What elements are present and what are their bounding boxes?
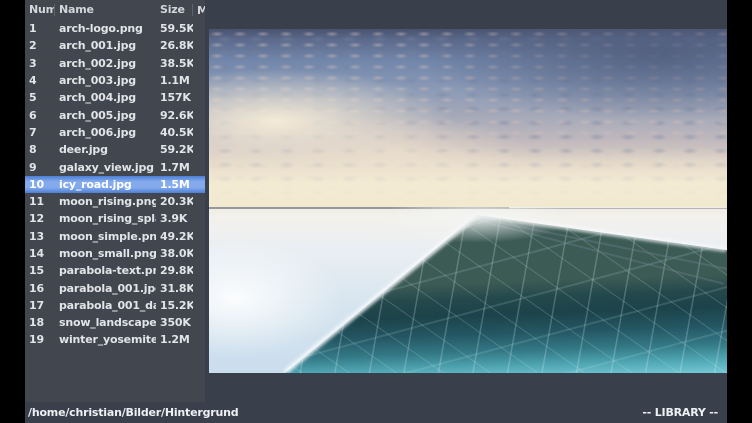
file-size: 1.7M xyxy=(156,161,193,174)
file-number: 8 xyxy=(25,143,55,156)
file-number: 19 xyxy=(25,333,55,346)
file-size: 38.0K xyxy=(156,247,193,260)
file-size: 3.9K xyxy=(156,212,193,225)
file-number: 7 xyxy=(25,126,55,139)
file-size: 31.8K xyxy=(156,282,193,295)
file-number: 9 xyxy=(25,161,55,174)
file-number: 13 xyxy=(25,230,55,243)
file-size: 1.5M xyxy=(156,178,193,191)
library-row[interactable]: 16 parabola_001.jpg 31.8K xyxy=(25,279,205,296)
file-name: arch_003.jpg xyxy=(55,74,156,87)
status-bar: /home/christian/Bilder/Hintergrund -- LI… xyxy=(25,402,727,423)
file-name: moon_rising.png xyxy=(55,195,156,208)
library-row[interactable]: 10 icy_road.jpg 1.5M xyxy=(25,176,205,193)
library-panel: Num Name Size M 1 arch-logo.png 59.5K 2 … xyxy=(25,0,205,402)
file-name: icy_road.jpg xyxy=(55,178,156,191)
horizon-haze xyxy=(382,207,572,243)
file-name: arch_001.jpg xyxy=(55,39,156,52)
file-size: 38.5K xyxy=(156,57,193,70)
column-header-mark: M xyxy=(193,4,205,17)
file-size: 92.6K xyxy=(156,109,193,122)
file-number: 11 xyxy=(25,195,55,208)
file-name: arch_006.jpg xyxy=(55,126,156,139)
file-number: 14 xyxy=(25,247,55,260)
file-size: 1.2M xyxy=(156,333,193,346)
file-name: arch_004.jpg xyxy=(55,91,156,104)
library-row[interactable]: 15 parabola-text.png 29.8K xyxy=(25,262,205,279)
image-viewer-window: Num Name Size M 1 arch-logo.png 59.5K 2 … xyxy=(25,0,727,423)
file-name: winter_yosemite.jpg xyxy=(55,333,156,346)
file-number: 12 xyxy=(25,212,55,225)
file-number: 5 xyxy=(25,91,55,104)
file-name: deer.jpg xyxy=(55,143,156,156)
file-size: 157K xyxy=(156,91,193,104)
library-row[interactable]: 9 galaxy_view.jpg 1.7M xyxy=(25,158,205,175)
library-row[interactable]: 2 arch_001.jpg 26.8K xyxy=(25,37,205,54)
screen: Num Name Size M 1 arch-logo.png 59.5K 2 … xyxy=(0,0,752,423)
file-number: 18 xyxy=(25,316,55,329)
library-row[interactable]: 4 arch_003.jpg 1.1M xyxy=(25,72,205,89)
library-row[interactable]: 11 moon_rising.png 20.3K xyxy=(25,193,205,210)
library-row[interactable]: 8 deer.jpg 59.2K xyxy=(25,141,205,158)
file-number: 3 xyxy=(25,57,55,70)
column-header-num: Num xyxy=(25,4,55,16)
library-rows: 1 arch-logo.png 59.5K 2 arch_001.jpg 26.… xyxy=(25,20,205,349)
file-name: parabola-text.png xyxy=(55,264,156,277)
file-name: moon_rising_splash.jpg xyxy=(55,212,156,225)
library-row[interactable]: 5 arch_004.jpg 157K xyxy=(25,89,205,106)
file-number: 10 xyxy=(25,178,55,191)
file-name: moon_small.png xyxy=(55,247,156,260)
file-name: galaxy_view.jpg xyxy=(55,161,156,174)
file-name: parabola_001.jpg xyxy=(55,282,156,295)
current-path: /home/christian/Bilder/Hintergrund xyxy=(28,406,238,419)
library-row[interactable]: 12 moon_rising_splash.jpg 3.9K xyxy=(25,210,205,227)
library-row[interactable]: 17 parabola_001_dark.jpg 15.2K xyxy=(25,297,205,314)
file-number: 15 xyxy=(25,264,55,277)
image-preview xyxy=(209,29,727,373)
file-number: 16 xyxy=(25,282,55,295)
library-row[interactable]: 14 moon_small.png 38.0K xyxy=(25,245,205,262)
file-name: moon_simple.png xyxy=(55,230,156,243)
file-name: arch_002.jpg xyxy=(55,57,156,70)
file-size: 1.1M xyxy=(156,74,193,87)
file-size: 15.2K xyxy=(156,299,193,312)
library-row[interactable]: 1 arch-logo.png 59.5K xyxy=(25,20,205,37)
file-number: 1 xyxy=(25,22,55,35)
file-size: 49.2K xyxy=(156,230,193,243)
file-name: arch_005.jpg xyxy=(55,109,156,122)
library-row[interactable]: 3 arch_002.jpg 38.5K xyxy=(25,55,205,72)
column-header-size: Size xyxy=(156,4,193,16)
file-size: 59.2K xyxy=(156,143,193,156)
library-row[interactable]: 13 moon_simple.png 49.2K xyxy=(25,228,205,245)
library-row[interactable]: 19 winter_yosemite.jpg 1.2M xyxy=(25,331,205,348)
library-row[interactable]: 7 arch_006.jpg 40.5K xyxy=(25,124,205,141)
file-name: parabola_001_dark.jpg xyxy=(55,299,156,312)
library-header: Num Name Size M xyxy=(25,0,205,20)
file-number: 6 xyxy=(25,109,55,122)
file-name: snow_landscape.jpg xyxy=(55,316,156,329)
library-row[interactable]: 6 arch_005.jpg 92.6K xyxy=(25,106,205,123)
file-size: 29.8K xyxy=(156,264,193,277)
library-row[interactable]: 18 snow_landscape.jpg 350K xyxy=(25,314,205,331)
column-header-name: Name xyxy=(55,4,156,16)
mode-indicator: -- LIBRARY -- xyxy=(642,406,718,419)
file-number: 17 xyxy=(25,299,55,312)
file-size: 59.5K xyxy=(156,22,193,35)
file-size: 20.3K xyxy=(156,195,193,208)
file-size: 26.8K xyxy=(156,39,193,52)
sunset-cloud-sky xyxy=(209,29,727,207)
file-number: 2 xyxy=(25,39,55,52)
snow-field xyxy=(209,207,727,373)
file-name: arch-logo.png xyxy=(55,22,156,35)
file-number: 4 xyxy=(25,74,55,87)
file-size: 40.5K xyxy=(156,126,193,139)
file-size: 350K xyxy=(156,316,193,329)
